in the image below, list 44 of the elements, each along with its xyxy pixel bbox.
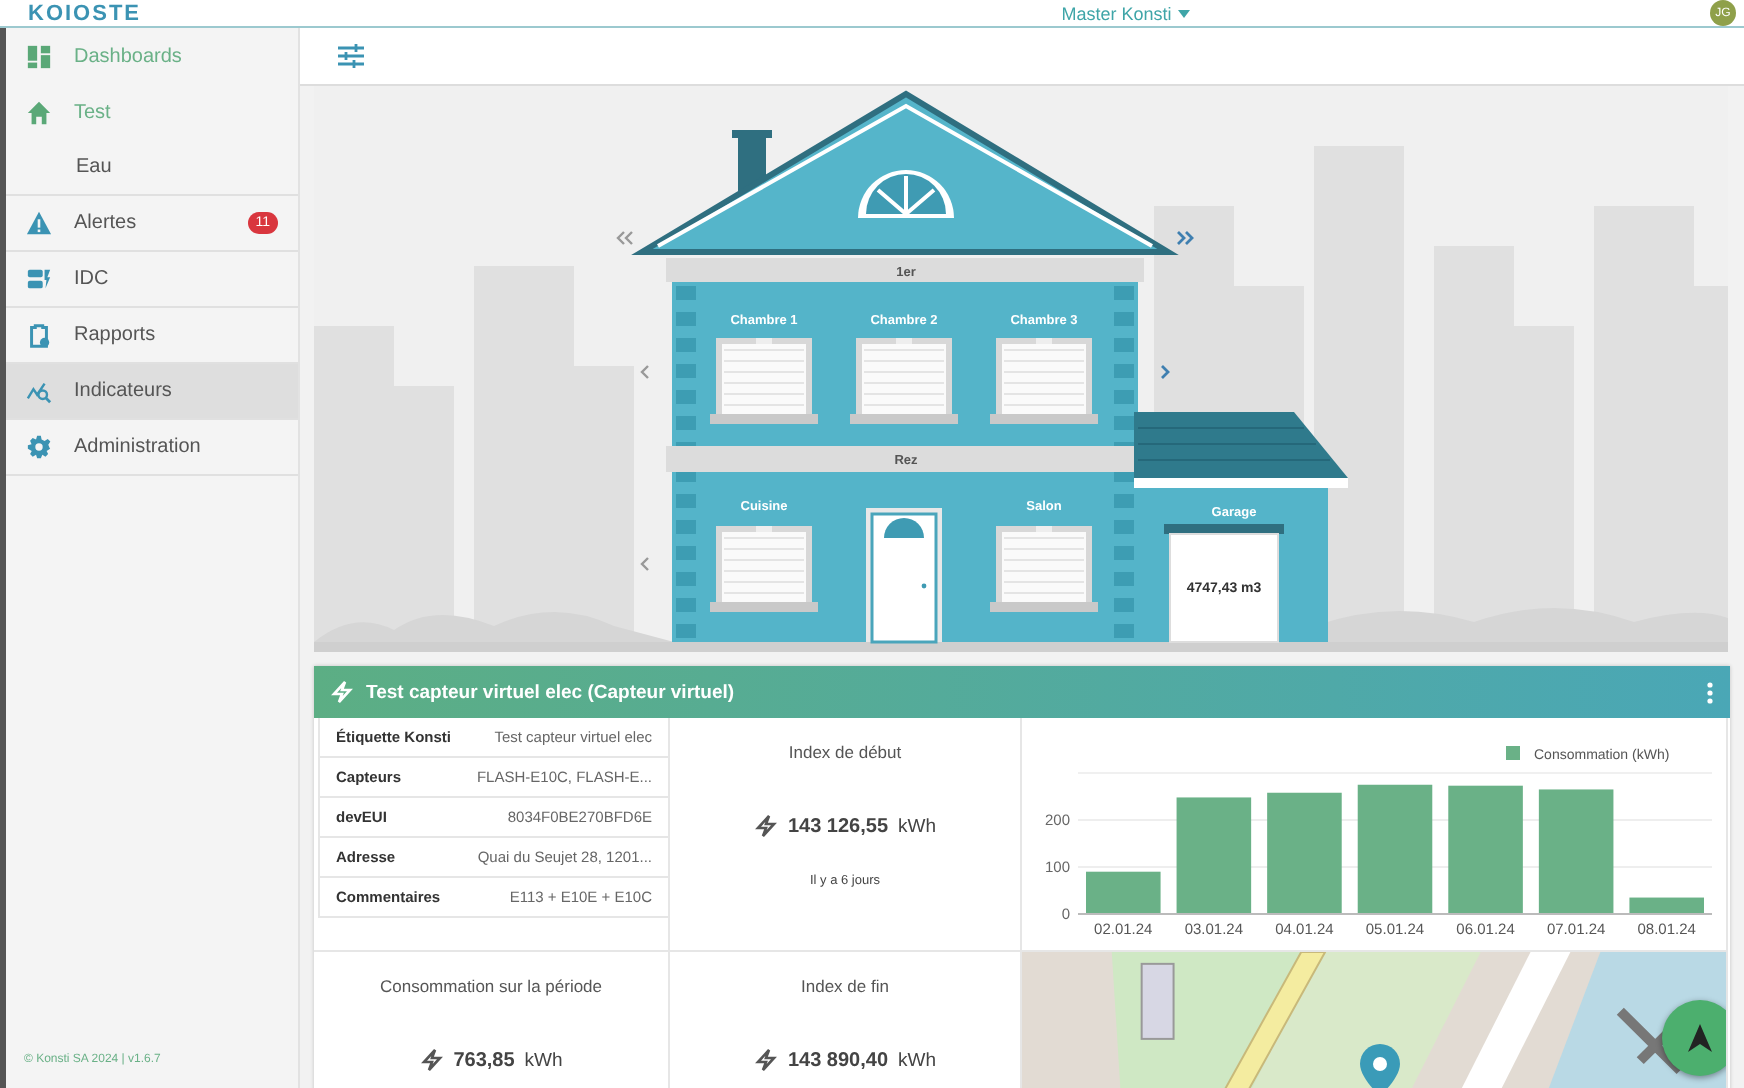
bar	[1448, 785, 1523, 914]
dashboard-icon	[26, 43, 52, 69]
tile-title: Index de fin	[801, 976, 889, 996]
caret-icon	[1177, 9, 1190, 17]
tile-title: Consommation sur la période	[379, 976, 603, 996]
double-chevron-left-icon[interactable]	[616, 230, 634, 246]
clipboard-icon	[26, 322, 52, 348]
indicators-icon	[26, 378, 52, 404]
sidebar-item[interactable]: Administration	[6, 420, 298, 476]
unit-label: kWh	[898, 1049, 937, 1071]
unit-label: kWh	[524, 1049, 563, 1071]
unit-label: kWh	[898, 815, 937, 837]
double-chevron-right-icon[interactable]	[1176, 230, 1194, 246]
sidebar-item[interactable]: Eau	[6, 140, 298, 196]
idc-icon	[26, 266, 52, 292]
chevron-right-icon[interactable]	[1161, 365, 1170, 379]
more-options-icon[interactable]	[1706, 681, 1714, 703]
sidebar-item[interactable]: Indicateurs	[6, 364, 298, 420]
account-switcher[interactable]: Master Konsti	[1061, 1, 1190, 25]
map-pin-icon[interactable]	[1360, 1044, 1400, 1088]
lightning-icon	[753, 1048, 778, 1072]
lightning-icon	[419, 1048, 444, 1072]
lightning-icon	[330, 680, 354, 704]
bar	[1357, 784, 1433, 914]
warning-icon	[26, 210, 52, 236]
legend-swatch	[1506, 746, 1520, 760]
meter-value: 143 890,40	[787, 1049, 889, 1071]
bar	[1086, 871, 1161, 914]
card-title: Test capteur virtuel elec (Capteur virtuel)	[366, 681, 737, 703]
bar	[1267, 792, 1342, 914]
lightning-icon	[753, 814, 778, 838]
gear-icon	[26, 434, 52, 460]
navigation-arrow-icon	[1688, 1024, 1712, 1052]
home-icon	[26, 99, 52, 125]
meter-value: 143 126,55	[787, 815, 889, 837]
logo-text[interactable]: KOIOSTE	[28, 1, 142, 25]
tile-title: Index de début	[788, 742, 902, 762]
sidebar-item[interactable]: IDC	[6, 252, 298, 308]
tune-icon[interactable]	[338, 44, 364, 68]
bar	[1176, 797, 1252, 914]
bar	[1538, 789, 1614, 914]
chevron-left-icon[interactable]	[640, 557, 649, 571]
meter-value: 763,85	[453, 1049, 515, 1071]
chevron-left-icon[interactable]	[640, 365, 649, 379]
